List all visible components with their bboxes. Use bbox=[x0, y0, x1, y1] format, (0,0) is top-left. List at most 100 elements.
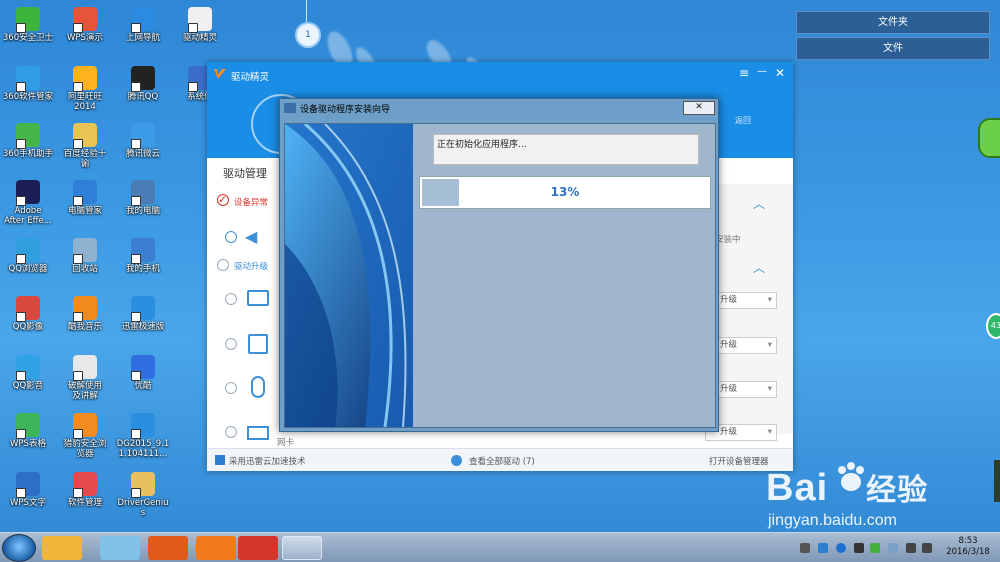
dialog-close-button[interactable]: ✕ bbox=[683, 101, 715, 115]
desktop-icon[interactable]: 腾讯QQ bbox=[115, 66, 171, 102]
desktop-icon-label: 酷我音乐 bbox=[67, 322, 102, 332]
desktop-icon-label: 腾讯微云 bbox=[125, 149, 160, 159]
taskbar-app-media[interactable] bbox=[148, 536, 188, 560]
app-icon bbox=[73, 238, 97, 264]
desktop-icon[interactable]: 电脑管家 bbox=[57, 180, 113, 216]
check-circle-icon bbox=[217, 194, 229, 206]
radio-icon[interactable] bbox=[225, 293, 237, 305]
chevron-up-icon[interactable]: ︿ bbox=[753, 195, 765, 212]
app-icon bbox=[131, 66, 155, 92]
close-icon[interactable]: ✕ bbox=[775, 66, 785, 80]
folder-button[interactable]: 文件夹 bbox=[796, 11, 990, 34]
flag-icon[interactable] bbox=[888, 543, 898, 553]
device-error-item[interactable]: 设备异常 bbox=[234, 196, 268, 208]
desktop-icon[interactable]: QQ影像 bbox=[0, 296, 56, 332]
desktop-icon[interactable]: DriverGeniu s bbox=[115, 472, 171, 518]
app-icon bbox=[16, 355, 40, 381]
desktop-icon[interactable]: QQ浏览器 bbox=[0, 238, 56, 274]
volume-icon[interactable] bbox=[922, 543, 932, 553]
desktop-icon[interactable]: 迅雷极速版 bbox=[115, 296, 171, 332]
qq-icon[interactable] bbox=[854, 543, 864, 553]
network-icon[interactable] bbox=[906, 543, 916, 553]
desktop-icon[interactable]: WPS表格 bbox=[0, 413, 56, 449]
desktop-icon-label: QQ影像 bbox=[12, 322, 44, 332]
desktop-icon[interactable]: 优酷 bbox=[115, 355, 171, 391]
driver-upgrade-item[interactable]: 驱动升级 bbox=[234, 260, 268, 272]
desktop-icon[interactable]: WPS文字 bbox=[0, 472, 56, 508]
desktop-icon[interactable]: 我的电脑 bbox=[115, 180, 171, 216]
app-icon bbox=[131, 180, 155, 206]
app-icon bbox=[73, 472, 97, 498]
network-card-icon bbox=[247, 426, 269, 440]
window-footer: 采用迅雷云加速技术 查看全部驱动 (7) 打开设备管理器 bbox=[207, 448, 793, 471]
speed-ball-icon[interactable]: 43 bbox=[986, 313, 1000, 339]
desktop-icon[interactable]: 阿里旺旺 2014 bbox=[57, 66, 113, 112]
desktop-icon-label: 腾讯QQ bbox=[127, 92, 159, 102]
chevron-up-icon[interactable]: ︿ bbox=[753, 259, 765, 276]
desktop-icon[interactable]: 驱动精灵 bbox=[172, 7, 228, 43]
clock-date: 2016/3/18 bbox=[946, 547, 990, 557]
taskbar-app-explorer[interactable] bbox=[100, 536, 140, 560]
window-title: 驱动精灵 bbox=[231, 72, 270, 83]
desktop-icon[interactable]: 百度经验十 谕 bbox=[57, 123, 113, 169]
desktop-icon[interactable]: QQ影音 bbox=[0, 355, 56, 391]
desktop-icon-label: 360软件管家 bbox=[2, 92, 54, 102]
desktop-icon-label: DG2015_9.1 1.104111... bbox=[116, 439, 170, 459]
desktop-icon[interactable]: 360软件管家 bbox=[0, 66, 56, 102]
back-link[interactable]: 返回 bbox=[735, 115, 751, 126]
shield-icon[interactable] bbox=[836, 543, 846, 553]
radio-icon[interactable] bbox=[225, 338, 237, 350]
desktop-icon[interactable]: 酷我音乐 bbox=[57, 296, 113, 332]
taskbar-app-device-wizard[interactable] bbox=[282, 536, 322, 560]
speaker-icon: ◀ bbox=[245, 227, 258, 246]
more-icon bbox=[451, 455, 462, 466]
row-label: 网卡 bbox=[277, 438, 295, 448]
radio-icon[interactable] bbox=[225, 426, 237, 438]
radio-icon[interactable] bbox=[225, 231, 237, 243]
start-button[interactable] bbox=[2, 534, 36, 562]
desktop-icon-label: 上网导航 bbox=[125, 33, 160, 43]
wizard-icon bbox=[284, 103, 296, 113]
file-button[interactable]: 文件 bbox=[796, 37, 990, 60]
guard-icon[interactable] bbox=[870, 543, 880, 553]
app-icon bbox=[131, 123, 155, 149]
desktop-icon-label: 回收站 bbox=[72, 264, 98, 274]
floating-pet-icon[interactable] bbox=[978, 118, 1000, 158]
keyboard-icon[interactable] bbox=[800, 543, 810, 553]
desktop-icon[interactable]: 上网导航 bbox=[115, 7, 171, 43]
minimize-icon[interactable]: — bbox=[757, 66, 767, 77]
radio-icon[interactable] bbox=[225, 382, 237, 394]
desktop-icon[interactable]: Adobe After Effe... bbox=[0, 180, 56, 226]
view-all-drivers-link[interactable]: 查看全部驱动 (7) bbox=[469, 455, 535, 467]
desktop-icon[interactable]: 360安全卫士 bbox=[0, 7, 56, 43]
app-icon bbox=[73, 355, 97, 381]
app-icon bbox=[73, 66, 97, 92]
desktop-icon-label: DriverGeniu s bbox=[117, 498, 169, 518]
desktop-icon[interactable]: 软件管理 bbox=[57, 472, 113, 508]
desktop-icon[interactable]: 猎豹安全浏 览器 bbox=[57, 413, 113, 459]
desktop-icon[interactable]: WPS演示 bbox=[57, 7, 113, 43]
desktop-icon-label: 优酷 bbox=[134, 381, 152, 391]
chip-icon bbox=[248, 334, 268, 354]
menu-icon[interactable]: ≡ bbox=[739, 66, 749, 80]
desktop-icon[interactable]: 破解使用 及讲解 bbox=[57, 355, 113, 401]
radio-icon[interactable] bbox=[217, 259, 229, 271]
clock-time: 8:53 bbox=[958, 536, 978, 546]
clock[interactable]: 8:53 2016/3/18 bbox=[938, 536, 998, 558]
dialog-title: 设备驱动程序安装向导 bbox=[300, 105, 391, 115]
open-device-manager-link[interactable]: 打开设备管理器 bbox=[709, 455, 769, 467]
desktop-icon-label: 360安全卫士 bbox=[2, 33, 54, 43]
taskbar-app-driver-genius[interactable] bbox=[238, 536, 278, 560]
desktop-icon-label: 我的电脑 bbox=[125, 206, 160, 216]
desktop-icon[interactable]: 回收站 bbox=[57, 238, 113, 274]
taskbar-app-sphere[interactable] bbox=[42, 536, 82, 560]
tray-icon[interactable] bbox=[818, 543, 828, 553]
taskbar-app-taobao[interactable] bbox=[196, 536, 236, 560]
desktop-icon[interactable]: 360手机助手 bbox=[0, 123, 56, 159]
desktop-icon[interactable]: DG2015_9.1 1.104111... bbox=[115, 413, 171, 459]
desktop-icon-label: 软件管理 bbox=[67, 498, 102, 508]
desktop-icon[interactable]: 腾讯微云 bbox=[115, 123, 171, 159]
desktop-icon-label: 猎豹安全浏 览器 bbox=[63, 439, 107, 459]
desktop-icon-label: 驱动精灵 bbox=[182, 33, 217, 43]
desktop-icon[interactable]: 我的手机 bbox=[115, 238, 171, 274]
